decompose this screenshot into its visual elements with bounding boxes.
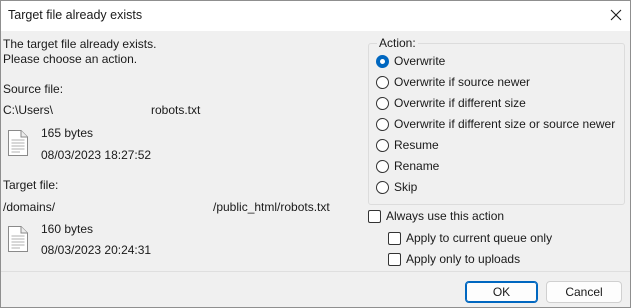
- radio-resume[interactable]: Resume: [376, 137, 439, 153]
- radio-label: Skip: [394, 180, 418, 194]
- target-path-end: /public_html/robots.txt: [213, 200, 330, 214]
- current-queue-only-checkbox[interactable]: Apply to current queue only: [388, 230, 552, 246]
- radio-overwrite-if-different-size[interactable]: Overwrite if different size: [376, 95, 526, 111]
- target-path-start: /domains/: [3, 200, 56, 214]
- message-line-2: Please choose an action.: [3, 52, 138, 66]
- source-path-start: C:\Users\: [3, 103, 54, 117]
- source-file-size: 165 bytes: [41, 126, 94, 140]
- radio-button[interactable]: [376, 159, 389, 173]
- target-file-date: 08/03/2023 20:24:31: [41, 243, 152, 257]
- radio-overwrite-if-size-or-newer[interactable]: Overwrite if different size or source ne…: [376, 116, 615, 132]
- redacted-region: [65, 200, 213, 214]
- checkbox-label: Apply to current queue only: [406, 231, 553, 245]
- dialog-window: Target file already exists The target fi…: [0, 0, 631, 308]
- redacted-region: [59, 103, 151, 117]
- document-icon: [8, 130, 28, 156]
- radio-button[interactable]: [376, 75, 389, 89]
- dialog-body: The target file already exists. Please c…: [1, 31, 630, 271]
- radio-rename[interactable]: Rename: [376, 158, 439, 174]
- radio-button[interactable]: [376, 117, 389, 131]
- message-line-1: The target file already exists.: [3, 37, 157, 51]
- radio-label: Rename: [394, 159, 440, 173]
- checkbox[interactable]: [368, 209, 381, 223]
- button-bar: OK Cancel: [1, 271, 630, 307]
- close-icon: [610, 9, 622, 21]
- radio-overwrite[interactable]: Overwrite: [376, 53, 445, 69]
- source-file-heading: Source file:: [3, 82, 64, 96]
- radio-button[interactable]: [376, 180, 389, 194]
- radio-label: Overwrite if different size: [394, 96, 526, 110]
- source-path-end: robots.txt: [151, 103, 201, 117]
- target-file-size: 160 bytes: [41, 222, 94, 236]
- close-button[interactable]: [604, 4, 628, 26]
- ok-button[interactable]: OK: [465, 281, 538, 303]
- radio-label: Resume: [394, 138, 439, 152]
- target-file-heading: Target file:: [3, 178, 59, 192]
- cancel-button[interactable]: Cancel: [546, 281, 622, 303]
- radio-button[interactable]: [376, 138, 389, 152]
- uploads-only-checkbox[interactable]: Apply only to uploads: [388, 251, 520, 267]
- checkbox[interactable]: [388, 252, 401, 266]
- checkbox[interactable]: [388, 231, 401, 245]
- radio-label: Overwrite: [394, 54, 446, 68]
- document-icon: [8, 226, 28, 252]
- radio-overwrite-if-newer[interactable]: Overwrite if source newer: [376, 74, 530, 90]
- checkbox-label: Always use this action: [386, 209, 505, 223]
- radio-label: Overwrite if source newer: [394, 75, 531, 89]
- radio-skip[interactable]: Skip: [376, 179, 417, 195]
- always-use-action-checkbox[interactable]: Always use this action: [368, 208, 504, 224]
- radio-label: Overwrite if different size or source ne…: [394, 117, 616, 131]
- checkbox-label: Apply only to uploads: [406, 252, 521, 266]
- action-legend: Action:: [377, 36, 418, 50]
- radio-button-checked[interactable]: [376, 54, 389, 68]
- window-title: Target file already exists: [8, 8, 143, 22]
- radio-button[interactable]: [376, 96, 389, 110]
- title-bar: Target file already exists: [1, 1, 630, 31]
- source-file-date: 08/03/2023 18:27:52: [41, 148, 152, 162]
